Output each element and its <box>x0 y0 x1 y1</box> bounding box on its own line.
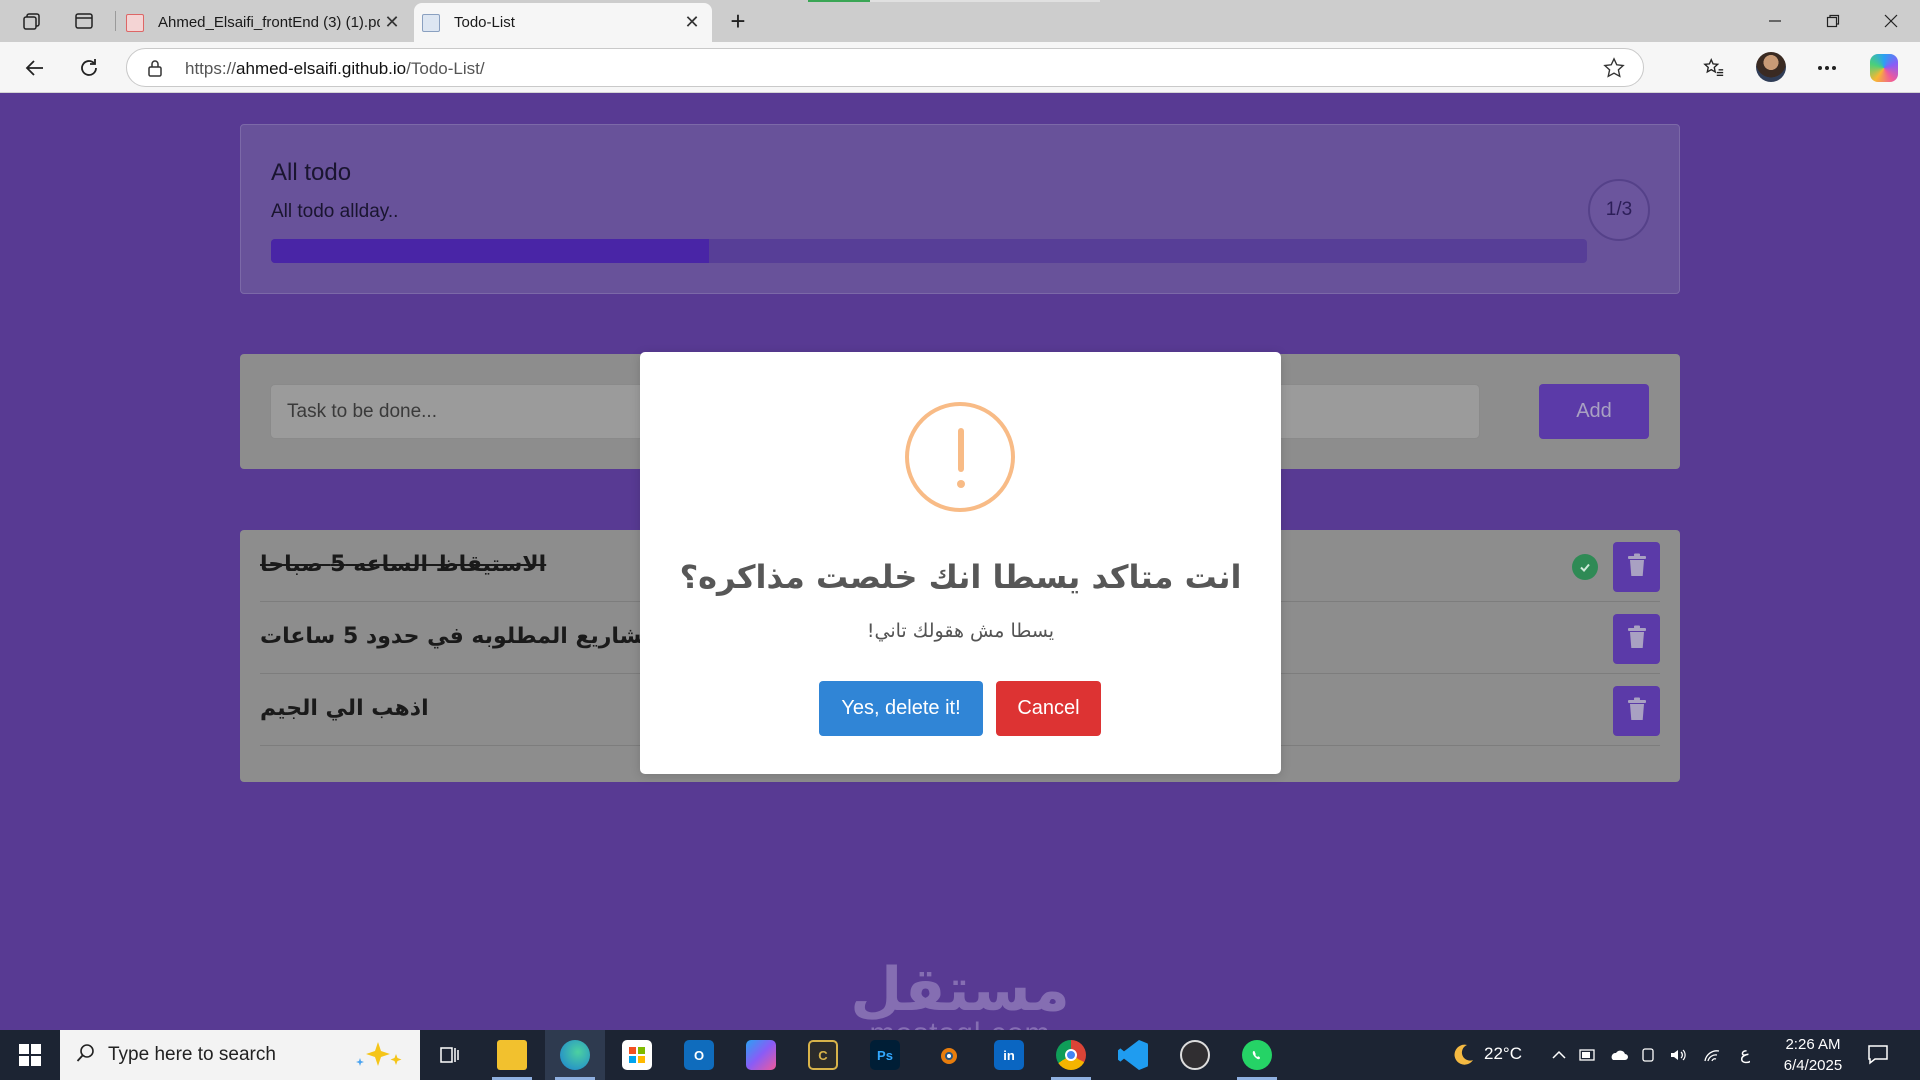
onedrive-icon[interactable] <box>1608 1045 1628 1065</box>
pdf-icon <box>126 13 144 32</box>
profile-avatar[interactable] <box>1756 52 1786 82</box>
tab-todo-list[interactable]: Todo-List ✕ <box>414 3 712 42</box>
clock-time: 2:26 AM <box>1785 1036 1841 1053</box>
progress-fill <box>271 239 710 263</box>
wifi-icon[interactable] <box>1702 1045 1722 1065</box>
photoshop-icon[interactable]: Ps <box>855 1030 915 1080</box>
todo-text: الاستيقاظ الساعه 5 صباحا <box>260 552 547 577</box>
app-icon[interactable]: C <box>793 1030 853 1080</box>
blender-icon[interactable] <box>917 1030 977 1080</box>
lock-icon[interactable] <box>147 59 163 82</box>
tab-title: Todo-List <box>454 14 515 31</box>
delete-button[interactable] <box>1613 686 1660 736</box>
warning-icon <box>905 402 1015 512</box>
favorites-icon[interactable] <box>1697 51 1731 85</box>
new-tab-icon[interactable]: + <box>722 5 754 37</box>
edge-icon[interactable] <box>545 1030 605 1080</box>
refresh-icon[interactable] <box>72 51 106 85</box>
close-icon[interactable]: ✕ <box>380 12 404 33</box>
confirm-delete-button[interactable]: Yes, delete it! <box>819 681 983 736</box>
page-title: All todo <box>271 159 352 186</box>
address-bar: https://ahmed-elsaifi.github.io/Todo-Lis… <box>0 42 1920 93</box>
summary-card: All todo All todo allday.. 1/3 <box>240 124 1680 294</box>
weather-temp[interactable]: 22°C <box>1484 1044 1522 1064</box>
tab-actions-icon[interactable] <box>68 6 100 36</box>
windows-start-icon[interactable] <box>0 1030 60 1080</box>
trash-icon <box>1627 625 1647 654</box>
delete-button[interactable] <box>1613 614 1660 664</box>
add-button[interactable]: Add <box>1539 384 1649 439</box>
file-explorer-icon[interactable] <box>482 1030 542 1080</box>
dialog-text: يسطا مش هقولك تاني! <box>866 620 1055 642</box>
sparkle-icon <box>348 1040 408 1075</box>
count-badge: 1/3 <box>1588 179 1650 241</box>
weather-moon-icon[interactable] <box>1448 1044 1478 1065</box>
m365-icon[interactable] <box>731 1030 791 1080</box>
tab-title: Ahmed_Elsaifi_frontEnd (3) (1).pdf <box>158 14 380 31</box>
page-icon <box>422 13 440 32</box>
page-subtitle: All todo allday.. <box>271 201 399 222</box>
favorite-star-icon[interactable] <box>1603 57 1625 84</box>
volume-icon[interactable] <box>1668 1045 1688 1065</box>
back-icon[interactable] <box>18 51 52 85</box>
tab-separator <box>115 11 116 31</box>
tab-bar: Ahmed_Elsaifi_frontEnd (3) (1).pdf ✕ Tod… <box>0 0 1920 42</box>
close-window-icon[interactable] <box>1864 4 1918 38</box>
tab-pdf[interactable]: Ahmed_Elsaifi_frontEnd (3) (1).pdf ✕ <box>118 3 412 42</box>
dialog-title: انت متاكد يسطا انك خلصت مذاكره؟ <box>679 558 1242 596</box>
close-icon[interactable]: ✕ <box>680 12 704 33</box>
confirm-dialog: انت متاكد يسطا انك خلصت مذاكره؟ يسطا مش … <box>640 352 1281 774</box>
watermark-arabic: مستقل <box>850 955 1070 1025</box>
more-icon[interactable] <box>1810 51 1844 85</box>
check-icon[interactable] <box>1572 554 1598 580</box>
url-field[interactable]: https://ahmed-elsaifi.github.io/Todo-Lis… <box>126 48 1644 87</box>
task-view-icon[interactable] <box>420 1030 480 1080</box>
chrome-icon[interactable] <box>1041 1030 1101 1080</box>
notification-icon[interactable] <box>1866 1042 1892 1068</box>
store-icon[interactable] <box>607 1030 667 1080</box>
obs-icon[interactable] <box>1165 1030 1225 1080</box>
delete-button[interactable] <box>1613 542 1660 592</box>
copilot-icon[interactable] <box>1870 54 1898 82</box>
cancel-button[interactable]: Cancel <box>996 681 1101 736</box>
todo-text: اذهب الي الجيم <box>260 696 429 721</box>
outlook-icon[interactable]: O <box>669 1030 729 1080</box>
trash-icon <box>1627 697 1647 726</box>
linkedin-icon[interactable]: in <box>979 1030 1039 1080</box>
minimize-icon[interactable] <box>1748 4 1802 38</box>
whatsapp-icon[interactable] <box>1227 1030 1287 1080</box>
clock-date: 6/4/2025 <box>1783 1057 1843 1074</box>
language-indicator[interactable]: ع <box>1740 1044 1750 1064</box>
battery-icon[interactable] <box>1578 1045 1598 1065</box>
taskbar: Type here to search O C Ps in 22°C ع 2:2… <box>0 1030 1920 1080</box>
workspaces-icon[interactable] <box>16 6 48 36</box>
search-icon <box>76 1043 96 1068</box>
loading-track <box>870 0 1100 2</box>
loading-indicator <box>808 0 870 2</box>
url-text: https://ahmed-elsaifi.github.io/Todo-Lis… <box>185 59 485 78</box>
progress-bar <box>271 239 1587 263</box>
taskbar-search[interactable]: Type here to search <box>60 1030 420 1080</box>
vscode-icon[interactable] <box>1103 1030 1163 1080</box>
maximize-icon[interactable] <box>1806 4 1860 38</box>
chevron-up-icon[interactable] <box>1549 1045 1569 1065</box>
clock[interactable]: 2:26 AM 6/4/2025 <box>1758 1034 1868 1076</box>
device-icon[interactable] <box>1638 1045 1658 1065</box>
search-placeholder: Type here to search <box>108 1044 276 1065</box>
trash-icon <box>1627 553 1647 582</box>
